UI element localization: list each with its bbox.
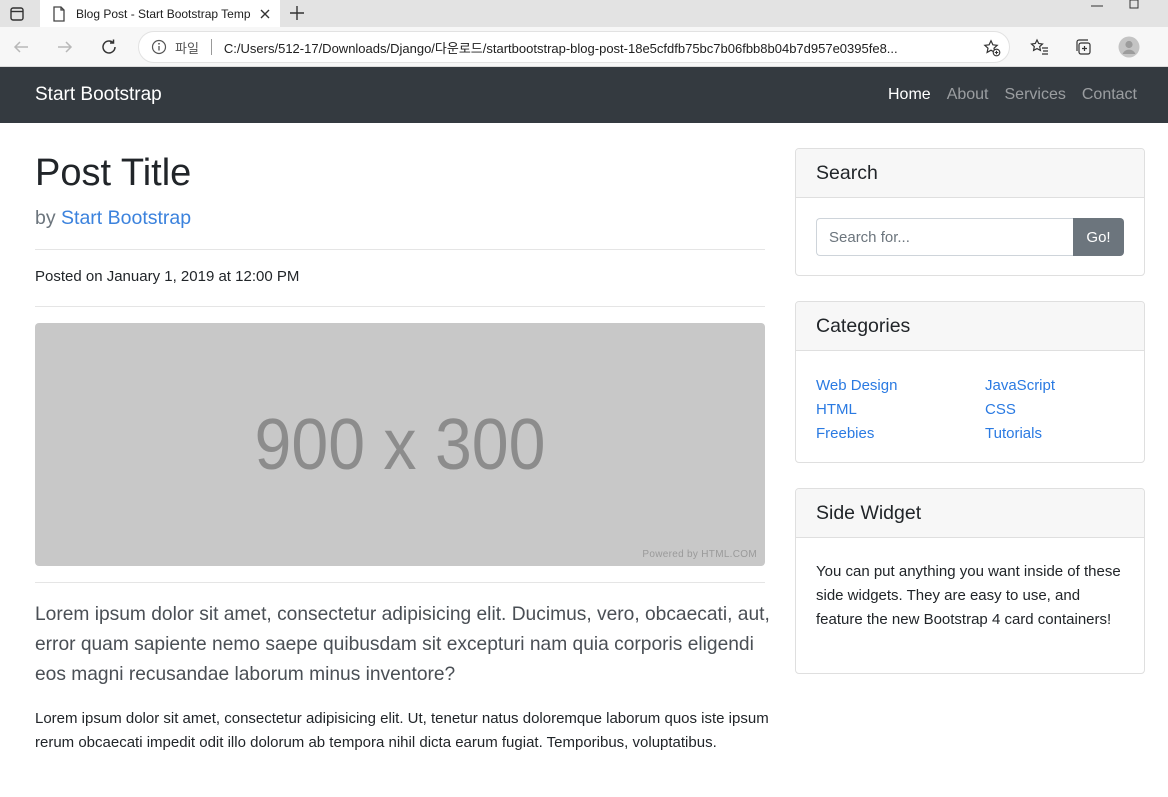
divider <box>35 249 765 250</box>
go-button[interactable]: Go! <box>1073 218 1124 256</box>
avatar-icon <box>1118 36 1140 58</box>
search-card: Search Go! <box>795 148 1145 276</box>
minimize-icon[interactable] <box>1085 0 1109 12</box>
navbar-brand[interactable]: Start Bootstrap <box>35 84 162 106</box>
arrow-right-icon <box>58 41 73 53</box>
category-link-tutorials[interactable]: Tutorials <box>985 422 1135 446</box>
favorites-button[interactable] <box>1029 36 1051 58</box>
side-widget-text: You can put anything you want inside of … <box>816 563 1121 628</box>
categories-list: Web Design JavaScript HTML CSS Freebies … <box>816 371 1124 446</box>
nav-link-contact[interactable]: Contact <box>1082 86 1137 104</box>
new-tab-button[interactable] <box>287 3 307 23</box>
favorites-icon <box>1030 38 1048 55</box>
tab-actions-button[interactable] <box>0 0 34 27</box>
post-image: 900 x 300 Powered by HTML.COM <box>35 323 765 566</box>
search-card-title: Search <box>796 149 1144 198</box>
post-date: Posted on January 1, 2019 at 12:00 PM <box>35 268 300 285</box>
tab-title: Blog Post - Start Bootstrap Temp <box>76 6 251 21</box>
profile-button[interactable] <box>1118 36 1140 58</box>
nav-links: Home About Services Contact <box>888 86 1137 104</box>
address-url[interactable]: C:/Users/512-17/Downloads/Django/다운로드/st… <box>224 38 976 57</box>
post-lead: Lorem ipsum dolor sit amet, consectetur … <box>35 604 770 685</box>
categories-card: Categories Web Design JavaScript HTML CS… <box>795 301 1145 463</box>
image-credit: Powered by HTML.COM <box>642 549 757 560</box>
post-byline: by Start Bootstrap <box>35 207 191 230</box>
category-link-web-design[interactable]: Web Design <box>816 374 985 398</box>
collections-button[interactable] <box>1073 36 1095 58</box>
forward-button[interactable] <box>54 36 76 58</box>
favorite-add-icon[interactable] <box>983 39 1001 57</box>
side-widget-title: Side Widget <box>796 489 1144 538</box>
image-placeholder-text: 900 x 300 <box>254 404 546 485</box>
site-navbar: Start Bootstrap Home About Services Cont… <box>0 67 1168 123</box>
reload-button[interactable] <box>98 36 120 58</box>
back-button[interactable] <box>10 36 32 58</box>
nav-link-about[interactable]: About <box>947 86 989 104</box>
categories-card-body: Web Design JavaScript HTML CSS Freebies … <box>796 351 1144 462</box>
address-bar[interactable]: 파일 C:/Users/512-17/Downloads/Django/다운로드… <box>138 31 1010 63</box>
categories-card-title: Categories <box>796 302 1144 351</box>
browser-toolbar: 파일 C:/Users/512-17/Downloads/Django/다운로드… <box>0 27 1168 67</box>
collections-icon <box>1076 39 1091 55</box>
side-widget-body: You can put anything you want inside of … <box>796 538 1144 652</box>
post-title: Post Title <box>35 152 192 194</box>
address-file-label: 파일 <box>175 40 199 56</box>
reload-icon <box>102 39 116 54</box>
address-separator <box>210 39 212 55</box>
post-paragraph: Lorem ipsum dolor sit amet, consectetur … <box>35 710 769 751</box>
category-link-css[interactable]: CSS <box>985 398 1135 422</box>
nav-link-services[interactable]: Services <box>1005 86 1066 104</box>
plus-icon <box>290 6 304 20</box>
info-icon[interactable] <box>151 39 167 55</box>
document-icon <box>53 5 65 22</box>
close-icon[interactable] <box>258 7 272 21</box>
byline-prefix: by <box>35 207 56 229</box>
arrow-left-icon <box>13 41 28 53</box>
category-link-freebies[interactable]: Freebies <box>816 422 985 446</box>
divider <box>35 306 765 307</box>
side-widget-card: Side Widget You can put anything you wan… <box>795 488 1145 674</box>
search-form: Go! <box>816 218 1124 256</box>
nav-link-home[interactable]: Home <box>888 86 931 104</box>
browser-tabstrip: Blog Post - Start Bootstrap Temp <box>0 0 1168 27</box>
category-link-javascript[interactable]: JavaScript <box>985 374 1135 398</box>
author-link[interactable]: Start Bootstrap <box>61 207 191 229</box>
search-card-body: Go! <box>796 198 1144 275</box>
search-input[interactable] <box>816 218 1073 256</box>
category-link-html[interactable]: HTML <box>816 398 985 422</box>
divider <box>35 582 765 583</box>
tab-actions-icon <box>10 6 24 21</box>
browser-tab-active[interactable]: Blog Post - Start Bootstrap Temp <box>40 0 280 27</box>
maximize-icon[interactable] <box>1126 0 1142 10</box>
